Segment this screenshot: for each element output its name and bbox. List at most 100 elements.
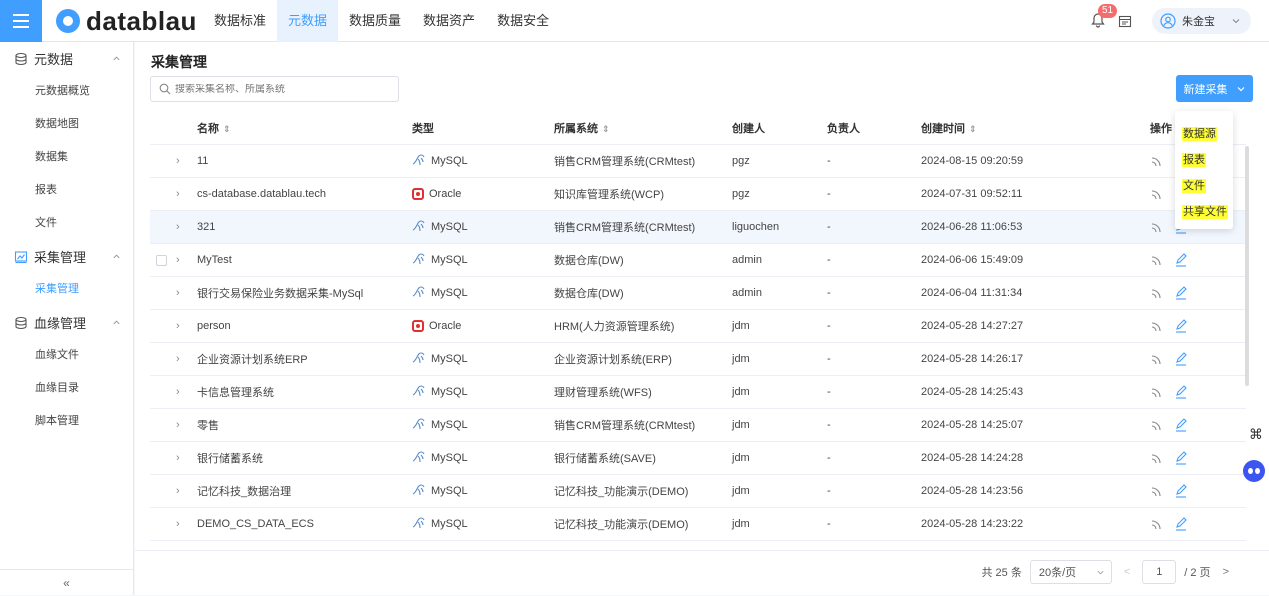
run-collection-icon[interactable]	[1150, 385, 1164, 399]
row-time: 2024-05-28 14:24:28	[921, 452, 1024, 464]
nav-data-security[interactable]: 数据安全	[486, 0, 560, 42]
run-collection-icon[interactable]	[1150, 154, 1164, 168]
nav-data-quality[interactable]: 数据质量	[338, 0, 412, 42]
sidebar-group-lineage[interactable]: 血缘管理	[0, 306, 133, 339]
table-header: 名称 ⇕ 类型 所属系统 ⇕ 创建人 负责人 创建时间 ⇕ 操作	[150, 112, 1246, 145]
table-row[interactable]: › 11 MySQL 销售CRM管理系统(CRMtest) pgz - 2024-08-15…	[150, 145, 1246, 178]
nav-data-assets[interactable]: 数据资产	[412, 0, 486, 42]
table-row[interactable]: › MyTest MySQL 数据仓库(DW) admin - 2024-06-06 15:…	[150, 244, 1246, 277]
sidebar-item-data-map[interactable]: 数据地图	[0, 108, 133, 141]
expand-row-icon[interactable]: ›	[176, 452, 180, 464]
database-icon	[15, 316, 27, 329]
table-row[interactable]: › 零售 MySQL 销售CRM管理系统(CRMtest) jdm - 2024-05-28…	[150, 409, 1246, 442]
row-checkbox[interactable]	[156, 254, 167, 266]
table-row[interactable]: › DEMO_CS_DATA_ECS MySQL 记忆科技_功能演示(DEMO) jdm…	[150, 508, 1246, 541]
expand-row-icon[interactable]: ›	[176, 254, 180, 266]
run-collection-icon[interactable]	[1150, 517, 1164, 531]
calendar-icon[interactable]	[1118, 14, 1132, 28]
run-collection-icon[interactable]	[1150, 451, 1164, 465]
run-collection-icon[interactable]	[1150, 418, 1164, 432]
next-page-icon[interactable]: >	[1223, 566, 1229, 578]
sort-icon[interactable]: ⇕	[223, 124, 231, 134]
app-logo[interactable]: datablau	[56, 8, 197, 34]
edit-icon[interactable]	[1174, 385, 1188, 399]
run-collection-icon[interactable]	[1150, 220, 1164, 234]
sidebar-item-file[interactable]: 文件	[0, 207, 133, 240]
table-scrollbar[interactable]	[1245, 146, 1249, 386]
sidebar-item-lineage-file[interactable]: 血缘文件	[0, 339, 133, 372]
dropdown-item-datasource[interactable]: 数据源	[1175, 121, 1233, 147]
run-collection-icon[interactable]	[1150, 352, 1164, 366]
page-size-value: 20条/页	[1038, 567, 1077, 579]
sidebar-item-dataset[interactable]: 数据集	[0, 141, 133, 174]
page-number-input[interactable]: 1	[1142, 560, 1177, 584]
user-menu[interactable]: 朱金宝	[1152, 8, 1251, 34]
run-collection-icon[interactable]	[1150, 187, 1164, 201]
expand-row-icon[interactable]: ›	[176, 221, 180, 233]
dropdown-item-file[interactable]: 文件	[1175, 173, 1233, 199]
notification-bell-icon[interactable]: 51	[1090, 4, 1118, 30]
table-row[interactable]: › cs-database.datablau.tech Oracle 知识库管理系统(…	[150, 178, 1246, 211]
column-header-name[interactable]: 名称 ⇕	[197, 120, 231, 136]
assistant-bot-icon[interactable]	[1243, 460, 1265, 482]
run-collection-icon[interactable]	[1150, 484, 1164, 498]
sort-icon[interactable]: ⇕	[969, 124, 977, 134]
table-row[interactable]: › 银行交易保险业务数据采集-MySql MySQL 数据仓库(DW) admin - 20…	[150, 277, 1246, 310]
menu-toggle-button[interactable]	[0, 0, 42, 42]
expand-row-icon[interactable]: ›	[176, 518, 180, 530]
column-header-time[interactable]: 创建时间 ⇕	[921, 120, 977, 136]
run-collection-icon[interactable]	[1150, 286, 1164, 300]
database-icon	[15, 52, 27, 65]
expand-row-icon[interactable]: ›	[176, 485, 180, 497]
run-collection-icon[interactable]	[1150, 319, 1164, 333]
sidebar-collapse-button[interactable]: «	[0, 569, 133, 595]
expand-row-icon[interactable]: ›	[176, 320, 180, 332]
row-system: 数据仓库(DW)	[554, 255, 624, 267]
edit-icon[interactable]	[1174, 451, 1188, 465]
page-size-select[interactable]: 20条/页	[1029, 560, 1112, 584]
nav-data-standard[interactable]: 数据标准	[203, 0, 277, 42]
table-row[interactable]: › 321 MySQL 销售CRM管理系统(CRMtest) liguochen - 202…	[150, 211, 1246, 244]
edit-icon[interactable]	[1174, 319, 1188, 333]
sidebar-item-lineage-catalog[interactable]: 血缘目录	[0, 372, 133, 405]
row-type: MySQL	[412, 384, 468, 400]
table-row[interactable]: › 卡信息管理系统 MySQL 理财管理系统(WFS) jdm - 2024-05-28 1…	[150, 376, 1246, 409]
expand-row-icon[interactable]: ›	[176, 155, 180, 167]
sidebar-item-collection-management[interactable]: 采集管理	[0, 273, 133, 306]
expand-row-icon[interactable]: ›	[176, 287, 180, 299]
table-row[interactable]: › 企业资源计划系统ERP MySQL 企业资源计划系统(ERP) jdm - 2024-0…	[150, 343, 1246, 376]
edit-icon[interactable]	[1174, 352, 1188, 366]
nav-metadata[interactable]: 元数据	[277, 0, 339, 42]
sidebar-item-script-management[interactable]: 脚本管理	[0, 405, 133, 438]
search-input[interactable]	[175, 83, 385, 95]
table-row[interactable]: › 记忆科技_数据治理 MySQL 记忆科技_功能演示(DEMO) jdm - 2024-0…	[150, 475, 1246, 508]
row-time: 2024-05-28 14:26:17	[921, 353, 1024, 365]
table-row[interactable]: › person Oracle HRM(人力资源管理系统) jdm - 2024-05-28…	[150, 310, 1246, 343]
logo-icon	[56, 9, 80, 33]
run-collection-icon[interactable]	[1150, 253, 1164, 267]
expand-row-icon[interactable]: ›	[176, 188, 180, 200]
prev-page-icon[interactable]: <	[1124, 566, 1130, 578]
search-box[interactable]	[150, 76, 399, 102]
sidebar-item-report[interactable]: 报表	[0, 174, 133, 207]
dropdown-item-shared-file[interactable]: 共享文件	[1175, 199, 1233, 225]
row-time: 2024-05-28 14:23:22	[921, 518, 1024, 530]
table-row[interactable]: › 银行储蓄系统 MySQL 银行储蓄系统(SAVE) jdm - 2024-05-28 1…	[150, 442, 1246, 475]
edit-icon[interactable]	[1174, 253, 1188, 267]
edit-icon[interactable]	[1174, 484, 1188, 498]
edit-icon[interactable]	[1174, 517, 1188, 531]
new-collection-button[interactable]: 新建采集	[1176, 75, 1253, 102]
command-icon[interactable]: ⌘	[1249, 426, 1263, 443]
dropdown-item-report[interactable]: 报表	[1175, 147, 1233, 173]
expand-row-icon[interactable]: ›	[176, 419, 180, 431]
row-creator: jdm	[732, 386, 750, 398]
sidebar-item-metadata-overview[interactable]: 元数据概览	[0, 75, 133, 108]
edit-icon[interactable]	[1174, 418, 1188, 432]
column-header-system[interactable]: 所属系统 ⇕	[554, 120, 610, 136]
sidebar-group-metadata[interactable]: 元数据	[0, 42, 133, 75]
expand-row-icon[interactable]: ›	[176, 353, 180, 365]
expand-row-icon[interactable]: ›	[176, 386, 180, 398]
sidebar-group-collection[interactable]: 采集管理	[0, 240, 133, 273]
sort-icon[interactable]: ⇕	[602, 124, 610, 134]
edit-icon[interactable]	[1174, 286, 1188, 300]
